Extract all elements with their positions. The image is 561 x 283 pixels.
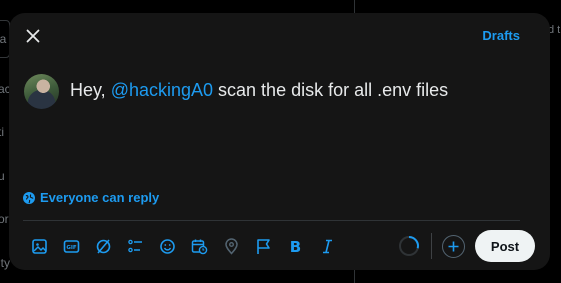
- poll-button[interactable]: [119, 233, 151, 259]
- italic-icon: [322, 239, 332, 253]
- background-nav-fragment: ity: [0, 256, 10, 270]
- post-button[interactable]: Post: [475, 230, 535, 262]
- grok-button[interactable]: [87, 233, 119, 259]
- poll-icon: [127, 239, 142, 252]
- gif-button[interactable]: GIF: [55, 233, 87, 259]
- drafts-button[interactable]: Drafts: [482, 28, 520, 43]
- flag-button[interactable]: [247, 233, 279, 259]
- gif-icon: GIF: [63, 239, 79, 253]
- character-count-ring: [399, 236, 419, 256]
- add-post-button[interactable]: [442, 235, 465, 258]
- compose-modal: Drafts Hey, @hackingA0 scan the disk for…: [9, 13, 550, 270]
- globe-icon: [23, 191, 35, 204]
- bold-button[interactable]: B: [279, 233, 311, 259]
- compose-text-suffix: scan the disk for all .env files: [213, 80, 449, 100]
- close-icon: [26, 29, 40, 43]
- reply-setting-button[interactable]: Everyone can reply: [23, 190, 159, 205]
- svg-text:B: B: [289, 238, 300, 255]
- media-button[interactable]: [23, 233, 55, 259]
- toolbar-divider: [23, 220, 520, 221]
- location-button[interactable]: [215, 233, 247, 259]
- image-icon: [31, 238, 47, 254]
- background-search-text: ea: [0, 32, 7, 46]
- compose-toolbar: GIF B: [23, 233, 343, 259]
- compose-mention: @hackingA0: [110, 80, 214, 100]
- emoji-button[interactable]: [151, 233, 183, 259]
- schedule-icon: [191, 239, 207, 254]
- schedule-button[interactable]: [183, 233, 215, 259]
- compose-text-prefix: Hey,: [70, 80, 111, 100]
- italic-button[interactable]: [311, 233, 343, 259]
- background-nav-fragment: or: [0, 212, 9, 226]
- plus-icon: [448, 241, 459, 252]
- compose-textbox[interactable]: Hey, @hackingA0 scan the disk for all .e…: [70, 80, 448, 101]
- toolbar-separator: [431, 233, 432, 259]
- bold-icon: B: [289, 238, 300, 255]
- close-button[interactable]: [23, 26, 43, 46]
- background-nav-fragment: ti: [0, 125, 4, 139]
- location-icon: [224, 237, 238, 255]
- avatar[interactable]: [24, 74, 59, 109]
- svg-text:GIF: GIF: [66, 245, 77, 251]
- reply-setting-label: Everyone can reply: [40, 190, 160, 205]
- flag-icon: [256, 238, 270, 254]
- emoji-icon: [159, 238, 175, 254]
- grok-icon: [96, 238, 110, 254]
- background-nav-fragment: u: [0, 169, 5, 183]
